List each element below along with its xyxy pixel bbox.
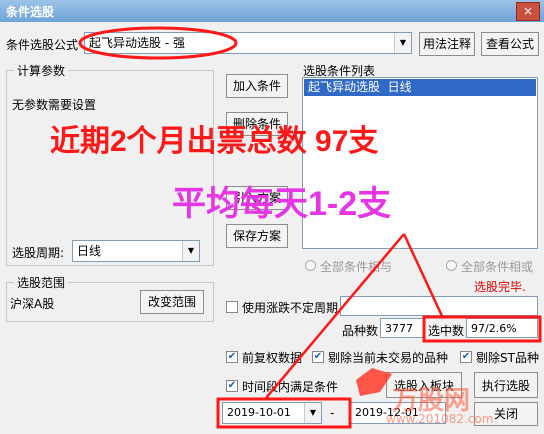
overlay-total-text: 近期2个月出票总数 97支 (50, 125, 379, 158)
watermark-url: www.201082.com (386, 412, 494, 426)
selected-highlight-box (422, 315, 542, 343)
overlay-average-text: 平均每天1-2支 (172, 185, 392, 223)
watermark-logo-icon (356, 368, 392, 396)
formula-highlight-ellipse (78, 26, 238, 60)
date-highlight-box (216, 397, 352, 429)
pointer-line (402, 233, 444, 317)
